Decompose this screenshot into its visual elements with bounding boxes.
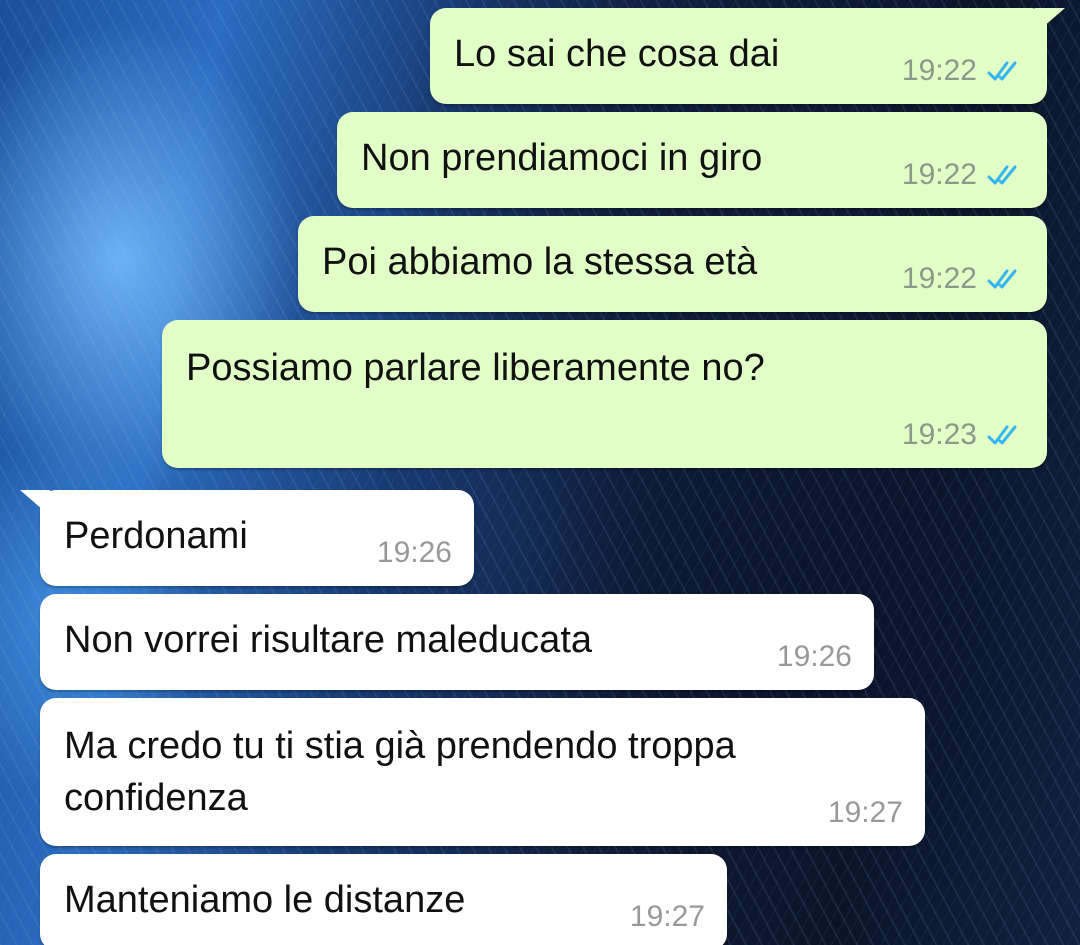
outgoing-message[interactable]: Non prendiamoci in giro 19:22 <box>337 112 1047 208</box>
message-text: Non vorrei risultare maleducata <box>64 619 593 661</box>
double-check-read-icon <box>987 165 1017 185</box>
message-meta: 19:23 <box>902 418 1025 452</box>
message-meta: 19:27 <box>630 900 705 934</box>
message-time: 19:22 <box>901 54 977 87</box>
bubble-tail <box>1035 8 1065 34</box>
message-meta: 19:27 <box>828 796 903 830</box>
message-meta: 19:22 <box>902 54 1025 88</box>
message-time: 19:27 <box>827 796 903 829</box>
outgoing-message[interactable]: Lo sai che cosa dai 19:22 <box>430 8 1065 104</box>
message-text: Perdonami <box>64 515 248 557</box>
chat-messages-list[interactable]: Lo sai che cosa dai 19:22 Non prendiamoc… <box>0 0 1080 945</box>
outgoing-message[interactable]: Poi abbiamo la stessa età 19:22 <box>298 216 1047 312</box>
incoming-message[interactable]: Perdonami 19:26 <box>20 490 474 586</box>
message-time: 19:26 <box>376 536 452 569</box>
message-meta: 19:26 <box>377 536 452 570</box>
message-time: 19:22 <box>901 158 977 191</box>
incoming-message[interactable]: Non vorrei risultare maleducata 19:26 <box>40 594 874 690</box>
message-meta: 19:26 <box>777 640 852 674</box>
double-check-read-icon <box>987 425 1017 445</box>
bubble-tail <box>20 490 50 516</box>
double-check-read-icon <box>987 61 1017 81</box>
message-text: Poi abbiamo la stessa età <box>322 241 758 283</box>
incoming-message[interactable]: Ma credo tu ti stia già prendendo troppa… <box>40 698 925 846</box>
message-meta: 19:22 <box>902 158 1025 192</box>
message-meta: 19:22 <box>902 262 1025 296</box>
message-time: 19:23 <box>901 418 977 451</box>
incoming-message[interactable]: Manteniamo le distanze 19:27 <box>40 854 727 945</box>
message-time: 19:22 <box>901 262 977 295</box>
message-text: Non prendiamoci in giro <box>361 137 763 179</box>
message-time: 19:27 <box>629 900 705 933</box>
message-text: Manteniamo le distanze <box>64 879 466 921</box>
outgoing-message[interactable]: Possiamo parlare liberamente no? 19:23 <box>162 320 1047 468</box>
message-text: Lo sai che cosa dai <box>454 33 780 75</box>
double-check-read-icon <box>987 269 1017 289</box>
message-time: 19:26 <box>776 640 852 673</box>
message-text: Possiamo parlare liberamente no? <box>186 347 765 389</box>
message-text: Ma credo tu ti stia già prendendo troppa… <box>64 725 736 819</box>
